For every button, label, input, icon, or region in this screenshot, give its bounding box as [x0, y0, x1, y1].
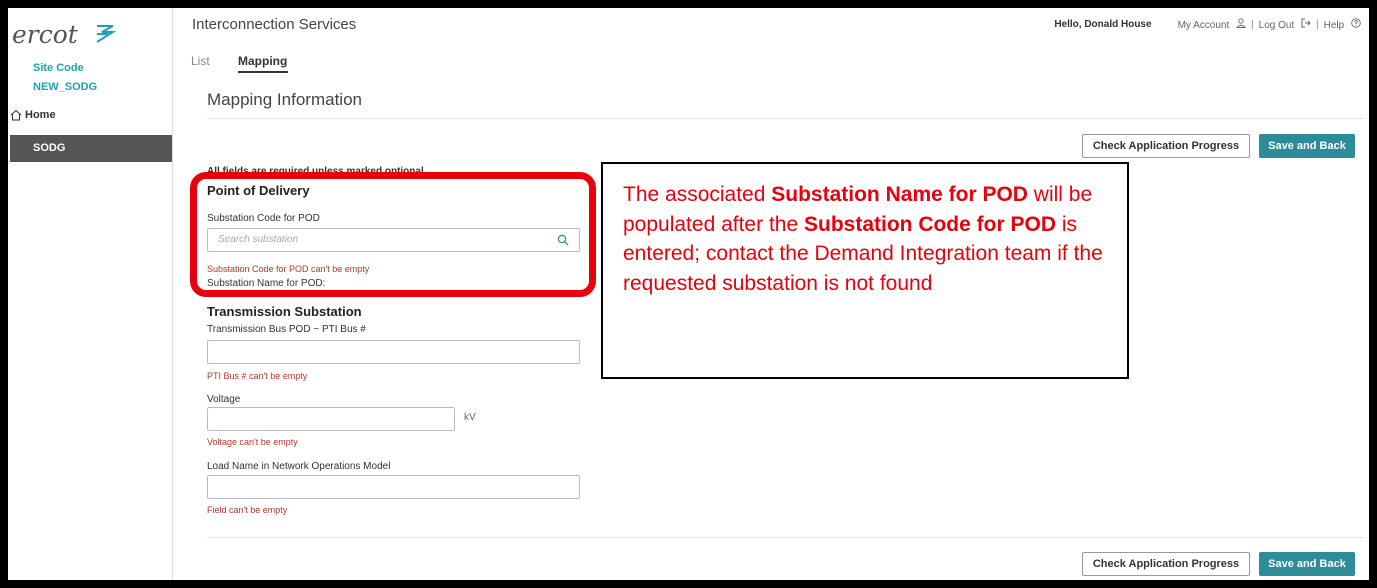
my-account-link[interactable]: My Account — [1177, 18, 1247, 31]
ercot-logo: ercot — [12, 20, 78, 49]
user-greeting: Hello, Donald House — [1054, 19, 1152, 30]
transmission-substation-heading: Transmission Substation — [207, 304, 362, 319]
app-window: ercot Site Code NEW_SODG Home SODG Inter… — [8, 8, 1369, 580]
header-separator: | — [1316, 19, 1319, 30]
user-icon — [1236, 18, 1247, 28]
load-name-error: Field can't be empty — [207, 505, 288, 515]
log-out-icon — [1301, 18, 1311, 28]
pti-bus-input[interactable] — [207, 340, 580, 364]
home-link[interactable]: Home — [10, 109, 56, 121]
logo-mark-icon — [96, 25, 116, 43]
highlight-annotation-box — [190, 172, 596, 297]
site-code-label: Site Code — [33, 62, 84, 74]
tab-list[interactable]: List — [191, 54, 210, 68]
home-icon — [10, 109, 22, 121]
app-title: Interconnection Services — [192, 16, 357, 33]
sidebar: ercot Site Code NEW_SODG Home SODG — [8, 8, 173, 580]
pti-bus-error: PTI Bus # can't be empty — [207, 371, 308, 381]
check-application-progress-button-bottom[interactable]: Check Application Progress — [1082, 552, 1250, 576]
annotation-callout: The associated Substation Name for POD w… — [601, 162, 1129, 379]
log-out-label: Log Out — [1258, 20, 1295, 31]
callout-bold-2: Substation Code for POD — [803, 212, 1056, 236]
save-and-back-button[interactable]: Save and Back — [1259, 134, 1355, 158]
site-code-value[interactable]: NEW_SODG — [33, 81, 97, 93]
active-tab-indicator — [238, 71, 288, 73]
divider — [207, 118, 1363, 119]
bottom-divider — [207, 537, 1363, 538]
load-name-input[interactable] — [207, 475, 580, 499]
log-out-link[interactable]: Log Out — [1259, 18, 1311, 31]
help-link[interactable]: Help — [1324, 18, 1361, 31]
sidebar-item-sodg[interactable]: SODG — [10, 135, 172, 162]
voltage-label: Voltage — [207, 394, 241, 405]
callout-text-1: The associated — [623, 183, 772, 206]
tab-mapping[interactable]: Mapping — [238, 54, 287, 68]
pti-bus-label: Transmission Bus POD ~ PTI Bus # — [207, 324, 366, 335]
help-icon — [1351, 18, 1361, 28]
header-user-menu: Hello, Donald House My Account | Log Out… — [1054, 18, 1361, 31]
voltage-error: Voltage can't be empty — [207, 437, 298, 447]
section-title: Mapping Information — [207, 90, 362, 109]
check-application-progress-button[interactable]: Check Application Progress — [1082, 134, 1250, 158]
my-account-label: My Account — [1177, 20, 1230, 31]
home-label: Home — [25, 109, 56, 121]
help-label: Help — [1323, 20, 1345, 31]
voltage-unit: kV — [464, 412, 476, 423]
header-separator: | — [1251, 19, 1254, 30]
load-name-label: Load Name in Network Operations Model — [207, 461, 391, 472]
voltage-input[interactable] — [207, 407, 455, 431]
save-and-back-button-bottom[interactable]: Save and Back — [1259, 552, 1355, 576]
callout-bold-1: Substation Name for POD — [771, 183, 1028, 206]
